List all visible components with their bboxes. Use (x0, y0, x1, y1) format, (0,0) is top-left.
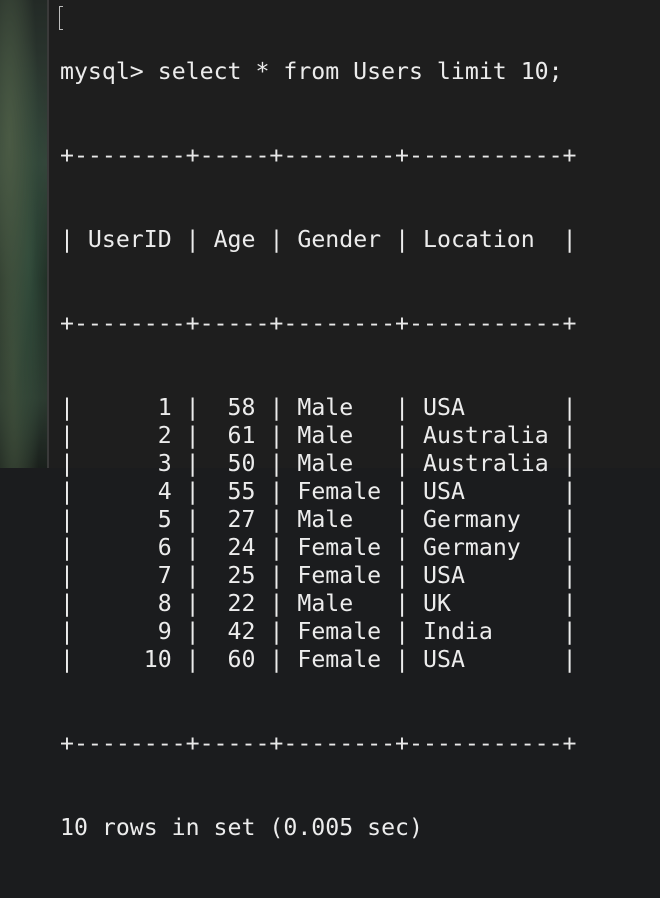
table-cell-userid: 5 (73, 506, 186, 533)
table-cell-age: 50 (199, 450, 270, 477)
table-border-header: +--------+-----+--------+-----------+ (60, 310, 577, 337)
column-header-location: Location (409, 226, 563, 253)
table-row: | 3 | 50 | Male | Australia | (60, 450, 577, 477)
table-cell-userid: 8 (73, 590, 186, 617)
table-cell-gender: Male (283, 450, 396, 477)
table-cell-age: 42 (199, 618, 270, 645)
table-cell-location: USA (409, 562, 563, 589)
table-cell-age: 25 (199, 562, 270, 589)
table-row: | 10 | 60 | Female | USA | (60, 646, 577, 673)
table-cell-userid: 4 (73, 478, 186, 505)
mysql-prompt: mysql> (60, 58, 158, 85)
table-cell-location: India (409, 618, 563, 645)
table-cell-gender: Female (283, 478, 396, 505)
table-row: | 8 | 22 | Male | UK | (60, 590, 577, 617)
desktop-wallpaper (0, 0, 47, 468)
table-cell-age: 60 (199, 646, 270, 673)
table-cell-location: USA (409, 394, 563, 421)
column-header-userid: UserID (73, 226, 186, 253)
table-row: | 9 | 42 | Female | India | (60, 618, 577, 645)
table-cell-userid: 6 (73, 534, 186, 561)
terminal-window[interactable]: mysql> select * from Users limit 10; +--… (47, 0, 660, 841)
table-cell-location: USA (409, 478, 563, 505)
table-cell-location: Australia (409, 450, 563, 477)
table-row: | 6 | 24 | Female | Germany | (60, 534, 577, 561)
table-cell-userid: 2 (73, 422, 186, 449)
table-cell-userid: 9 (73, 618, 186, 645)
table-header-row: | UserID | Age | Gender | Location | (60, 226, 577, 253)
column-header-age: Age (199, 226, 270, 253)
table-cell-gender: Male (283, 506, 396, 533)
table-row: | 7 | 25 | Female | USA | (60, 562, 577, 589)
table-border-top: +--------+-----+--------+-----------+ (60, 142, 577, 169)
table-cell-location: UK (409, 590, 563, 617)
table-cell-age: 22 (199, 590, 270, 617)
table-row: | 5 | 27 | Male | Germany | (60, 506, 577, 533)
table-cell-location: Germany (409, 534, 563, 561)
table-cell-userid: 7 (73, 562, 186, 589)
table-cell-location: Australia (409, 422, 563, 449)
table-row: | 4 | 55 | Female | USA | (60, 478, 577, 505)
result-status: 10 rows in set (0.005 sec) (60, 814, 423, 841)
table-cell-userid: 10 (73, 646, 186, 673)
table-cell-gender: Male (283, 422, 396, 449)
table-row: | 1 | 58 | Male | USA | (60, 394, 577, 421)
table-cell-userid: 3 (73, 450, 186, 477)
table-cell-age: 27 (199, 506, 270, 533)
table-row: | 2 | 61 | Male | Australia | (60, 422, 577, 449)
table-body: | 1 | 58 | Male | USA | | 2 | 61 | Male |… (60, 394, 577, 674)
table-cell-location: Germany (409, 506, 563, 533)
table-border-bottom: +--------+-----+--------+-----------+ (60, 730, 577, 757)
mysql-console-output: mysql> select * from Users limit 10; +--… (60, 2, 577, 898)
table-cell-userid: 1 (73, 394, 186, 421)
table-cell-gender: Male (283, 590, 396, 617)
table-cell-location: USA (409, 646, 563, 673)
table-cell-gender: Female (283, 618, 396, 645)
table-cell-gender: Female (283, 646, 396, 673)
table-cell-age: 55 (199, 478, 270, 505)
command-line: mysql> select * from Users limit 10; (60, 58, 577, 86)
table-cell-age: 24 (199, 534, 270, 561)
table-cell-age: 58 (199, 394, 270, 421)
table-cell-gender: Female (283, 534, 396, 561)
column-header-gender: Gender (283, 226, 396, 253)
table-cell-gender: Female (283, 562, 396, 589)
table-cell-gender: Male (283, 394, 396, 421)
sql-command: select * from Users limit 10; (157, 58, 563, 85)
table-cell-age: 61 (199, 422, 270, 449)
